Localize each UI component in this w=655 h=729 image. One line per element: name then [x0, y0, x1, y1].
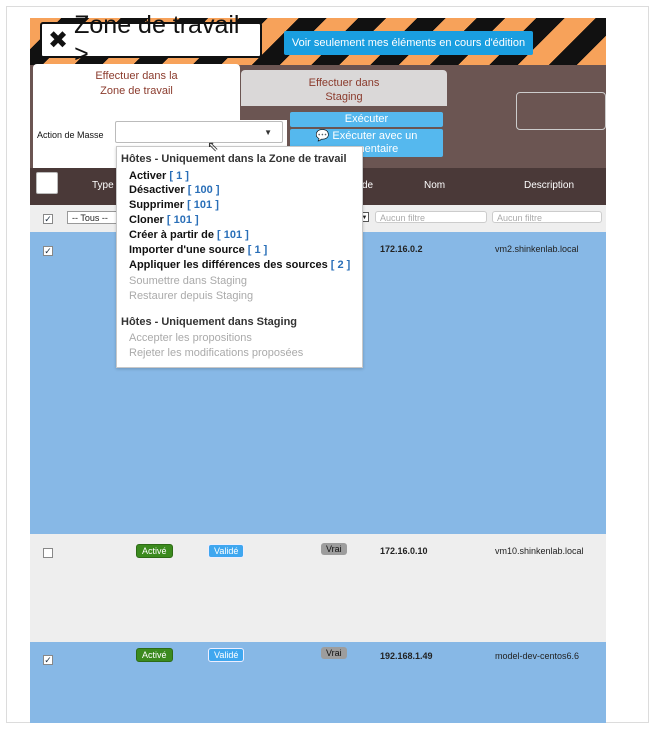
- menu-item-delete[interactable]: Supprimer [ 101 ]: [129, 199, 219, 211]
- column-name[interactable]: Nom: [424, 180, 445, 191]
- column-description[interactable]: Description: [524, 180, 574, 191]
- row-name: 192.168.1.49: [380, 651, 433, 661]
- row-description: vm2.shinkenlab.local: [495, 244, 579, 254]
- row-checkbox[interactable]: ✓: [43, 655, 53, 665]
- menu-item-label: Supprimer: [129, 199, 185, 211]
- status-badge: Validé: [208, 648, 245, 662]
- menu-item-clone[interactable]: Cloner [ 101 ]: [129, 214, 199, 226]
- column-type[interactable]: Type: [92, 180, 114, 191]
- tab-staging-line2: Staging: [325, 91, 363, 103]
- tab-workspace[interactable]: Effectuer dans la Zone de travail: [33, 64, 240, 122]
- row-checkbox[interactable]: ✓: [43, 246, 53, 256]
- menu-item-reject-modifications: Rejeter les modifications proposées: [129, 347, 304, 359]
- tab-staging-line1: Effectuer dans: [308, 77, 380, 89]
- menu-item-deactivate[interactable]: Désactiver [ 100 ]: [129, 184, 220, 196]
- tab-staging[interactable]: Effectuer dans Staging: [241, 70, 447, 106]
- menu-item-create-from[interactable]: Créer à partir de [ 101 ]: [129, 229, 249, 241]
- mass-action-menu: Hôtes - Uniquement dans la Zone de trava…: [116, 146, 363, 368]
- tab-workspace-line2: Zone de travail: [100, 85, 173, 97]
- menu-item-count: [ 101 ]: [187, 199, 219, 211]
- menu-item-count: [ 2 ]: [330, 259, 351, 271]
- description-filter-input[interactable]: Aucun filtre: [492, 211, 602, 223]
- mass-action-label: Action de Masse: [37, 130, 104, 140]
- status-badge: Validé: [208, 544, 245, 558]
- menu-item-label: Activer: [129, 170, 167, 182]
- flag-badge: Vrai: [321, 543, 347, 555]
- row-name: 172.16.0.2: [380, 244, 423, 254]
- tools-icon: ✖: [48, 26, 69, 54]
- menu-item-count: [ 100 ]: [187, 184, 220, 196]
- name-filter-input[interactable]: Aucun filtre: [375, 211, 487, 223]
- workspace-title-text: Zone de travail >: [74, 11, 240, 68]
- menu-item-restore-staging: Restaurer depuis Staging: [129, 290, 254, 302]
- menu-group-staging: Hôtes - Uniquement dans Staging: [121, 316, 298, 328]
- comment-icon: 💬: [315, 130, 330, 142]
- enabled-badge: Activé: [136, 544, 173, 558]
- select-all-checkbox[interactable]: ✓: [43, 214, 53, 224]
- menu-item-count: [ 101 ]: [166, 214, 199, 226]
- tab-workspace-line1: Effectuer dans la: [95, 70, 178, 82]
- menu-item-label: Cloner: [129, 214, 164, 226]
- menu-group-workspace: Hôtes - Uniquement dans la Zone de trava…: [121, 153, 347, 165]
- menu-item-count: [ 1 ]: [169, 170, 189, 182]
- workspace-title[interactable]: ✖ Zone de travail >: [40, 11, 262, 68]
- type-filter-select[interactable]: -- Tous --: [67, 211, 119, 224]
- menu-item-label: Créer à partir de: [129, 229, 214, 241]
- own-items-button[interactable]: Voir seulement mes éléments en cours d'é…: [284, 31, 533, 55]
- broom-icon[interactable]: [36, 172, 58, 194]
- menu-item-import-source[interactable]: Importer d'une source [ 1 ]: [129, 244, 267, 256]
- mouse-cursor-icon: ⇖: [207, 138, 219, 154]
- menu-item-label: Appliquer les différences des sources: [129, 259, 328, 271]
- menu-item-label: Importer d'une source: [129, 244, 245, 256]
- row-description: vm10.shinkenlab.local: [495, 546, 584, 556]
- row-name: 172.16.0.10: [380, 546, 428, 556]
- row-checkbox[interactable]: [43, 548, 53, 558]
- menu-item-count: [ 1 ]: [247, 244, 268, 256]
- menu-item-submit-staging: Soumettre dans Staging: [129, 275, 248, 287]
- menu-item-apply-differences[interactable]: Appliquer les différences des sources [ …: [129, 259, 350, 271]
- menu-item-accept-proposals: Accepter les propositions: [129, 332, 252, 344]
- chevron-down-icon: ▼: [264, 128, 272, 137]
- row-description: model-dev-centos6.6: [495, 651, 580, 661]
- mass-action-select[interactable]: ▼: [115, 121, 283, 143]
- column-code[interactable]: de: [362, 180, 373, 191]
- right-search-box[interactable]: [516, 92, 606, 130]
- menu-item-activate[interactable]: Activer [ 1 ]: [129, 170, 189, 182]
- enabled-badge: Activé: [136, 648, 173, 662]
- menu-item-count: [ 101 ]: [217, 229, 249, 241]
- execute-button[interactable]: Exécuter: [290, 112, 443, 127]
- flag-badge: Vrai: [321, 647, 347, 659]
- menu-item-label: Désactiver: [129, 184, 185, 196]
- execute-comment-line1: Exécuter avec un: [332, 130, 418, 142]
